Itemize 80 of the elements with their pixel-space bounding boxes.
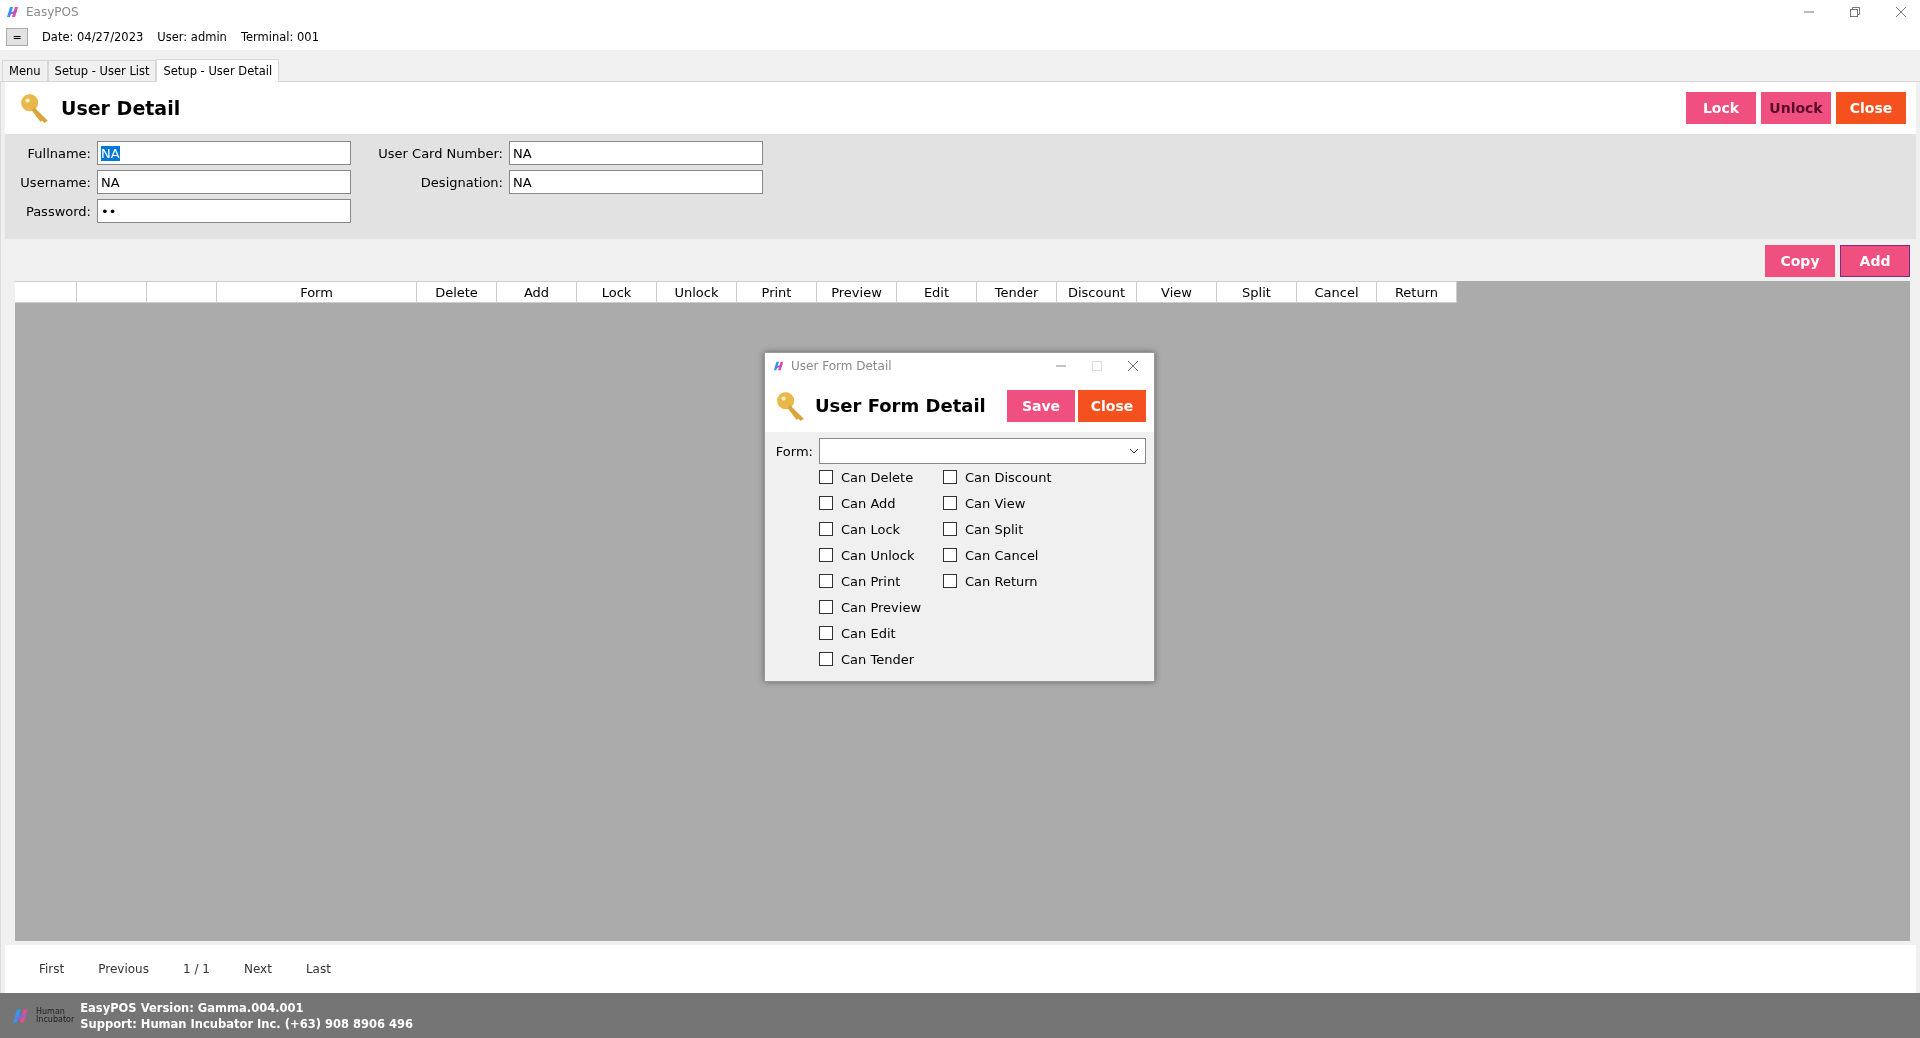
pager-link[interactable]: First bbox=[39, 962, 65, 976]
column-header[interactable]: Preview bbox=[817, 281, 897, 303]
checkbox-option[interactable]: Can Edit bbox=[819, 624, 922, 642]
field-label: Form: bbox=[774, 443, 813, 459]
pager-link[interactable]: Last bbox=[305, 962, 331, 976]
column-header[interactable]: Delete bbox=[417, 281, 497, 303]
checkbox-option[interactable]: Can Unlock bbox=[819, 546, 922, 564]
tab[interactable]: Menu bbox=[2, 60, 48, 81]
field-label: Username: bbox=[19, 174, 91, 190]
key-icon bbox=[775, 389, 807, 422]
logo-icon bbox=[6, 5, 20, 19]
field-label: Password: bbox=[24, 203, 91, 219]
status-text: EasyPOS Version: Gamma.004.001 bbox=[80, 999, 305, 1016]
checkbox-option[interactable]: Can Cancel bbox=[943, 546, 1052, 564]
dialog-title: User Form Detail bbox=[791, 359, 892, 373]
column-header[interactable]: View bbox=[1137, 281, 1217, 303]
page-title: User Detail bbox=[61, 97, 181, 119]
checkbox-option[interactable]: Can Lock bbox=[819, 520, 922, 538]
field-label: User Card Number: bbox=[377, 145, 503, 161]
logo-icon bbox=[773, 360, 785, 372]
checkbox[interactable] bbox=[819, 496, 833, 510]
column-header[interactable]: Return bbox=[1377, 281, 1457, 303]
info-text: Terminal: 001 bbox=[240, 30, 319, 44]
checkbox[interactable] bbox=[819, 652, 833, 666]
menu-button[interactable]: = bbox=[6, 28, 28, 46]
status-text: Support: Human Incubator Inc. (+63) 908 8906 496 bbox=[80, 1015, 413, 1032]
checkbox-option[interactable]: Can Delete bbox=[819, 468, 922, 486]
pager-link[interactable]: Next bbox=[243, 962, 272, 976]
field-label: Designation: bbox=[419, 174, 503, 190]
checkbox[interactable] bbox=[943, 574, 958, 588]
tab[interactable]: Setup - User List bbox=[47, 60, 157, 81]
close-icon[interactable] bbox=[1896, 7, 1906, 17]
chevron-down-icon bbox=[1129, 448, 1139, 454]
pager-link[interactable]: Previous bbox=[98, 962, 149, 976]
input-field[interactable]: NA bbox=[509, 170, 763, 194]
input-field[interactable]: NA bbox=[97, 170, 351, 194]
checkbox-option[interactable]: Can Split bbox=[943, 520, 1052, 538]
checkbox-option[interactable]: Can Preview bbox=[819, 598, 922, 616]
checkbox-option[interactable]: Can View bbox=[943, 494, 1052, 512]
tab[interactable]: Setup - User Detail bbox=[156, 59, 280, 82]
info-text: Date: 04/27/2023 bbox=[42, 30, 144, 44]
restore-icon[interactable] bbox=[1850, 7, 1860, 17]
checkbox-option[interactable]: Can Return bbox=[943, 572, 1052, 590]
field-label: Fullname: bbox=[26, 145, 91, 161]
checkbox[interactable] bbox=[943, 470, 958, 484]
column-header[interactable]: Form bbox=[217, 281, 417, 303]
window-title: EasyPOS bbox=[26, 5, 79, 19]
column-header[interactable]: Lock bbox=[577, 281, 657, 303]
info-text: User: admin bbox=[157, 30, 227, 44]
checkbox-option[interactable]: Can Add bbox=[819, 494, 922, 512]
logo-text: Human Incubator bbox=[36, 1007, 75, 1024]
action-button[interactable]: Unlock bbox=[1761, 92, 1831, 124]
column-header[interactable]: Print bbox=[737, 281, 817, 303]
checkbox[interactable] bbox=[943, 522, 958, 536]
input-field[interactable]: •• bbox=[97, 199, 351, 223]
checkbox-option[interactable]: Can Tender bbox=[819, 650, 922, 668]
checkbox[interactable] bbox=[943, 496, 958, 510]
checkbox[interactable] bbox=[943, 548, 958, 562]
column-header[interactable]: Split bbox=[1217, 281, 1297, 303]
checkbox[interactable] bbox=[819, 548, 833, 562]
checkbox-option[interactable]: Can Print bbox=[819, 572, 922, 590]
column-header[interactable]: Edit bbox=[897, 281, 977, 303]
checkbox[interactable] bbox=[819, 522, 833, 536]
column-header[interactable]: Discount bbox=[1057, 281, 1137, 303]
form-dropdown[interactable] bbox=[819, 438, 1146, 464]
checkbox[interactable] bbox=[819, 470, 833, 484]
key-icon bbox=[19, 92, 51, 124]
checkbox[interactable] bbox=[819, 600, 833, 614]
input-field[interactable]: NA bbox=[97, 141, 351, 165]
column-header[interactable]: Unlock bbox=[657, 281, 737, 303]
column-header[interactable]: Add bbox=[497, 281, 577, 303]
checkbox[interactable] bbox=[819, 626, 833, 640]
page-indicator: 1 / 1 bbox=[183, 962, 210, 976]
checkbox-option[interactable]: Can Discount bbox=[943, 468, 1052, 486]
column-header[interactable]: Cancel bbox=[1297, 281, 1377, 303]
dialog-heading: User Form Detail bbox=[815, 395, 986, 416]
close-icon[interactable] bbox=[1128, 361, 1138, 371]
checkbox[interactable] bbox=[819, 574, 833, 588]
input-field[interactable]: NA bbox=[509, 141, 763, 165]
column-header[interactable]: Tender bbox=[977, 281, 1057, 303]
